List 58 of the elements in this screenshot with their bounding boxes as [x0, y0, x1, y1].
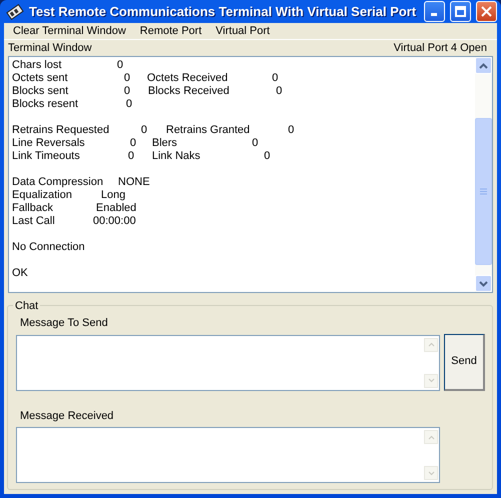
menu-item[interactable]: Clear Terminal Window	[6, 22, 133, 40]
terminal-label: Data Compression	[12, 176, 104, 189]
terminal-value: 0	[276, 85, 282, 98]
terminal-label: Octets sent	[12, 72, 68, 85]
terminal-label: Chars lost	[12, 59, 62, 72]
terminal-label: Retrains Requested	[12, 124, 110, 137]
message-field[interactable]	[16, 427, 440, 483]
maximize-button[interactable]	[450, 1, 471, 22]
terminal-label: No Connection	[12, 241, 85, 254]
minimize-button[interactable]	[424, 1, 445, 22]
scroll-up-icon	[428, 434, 434, 440]
grip-icon[interactable]	[480, 188, 487, 195]
scrollbar[interactable]	[475, 57, 492, 292]
terminal-label: Blocks sent	[12, 85, 68, 98]
terminal-label: Fallback	[12, 202, 53, 215]
menu-item[interactable]: Virtual Port	[208, 22, 277, 40]
terminal-value: 0	[252, 137, 258, 150]
terminal-value: 0	[124, 85, 130, 98]
close-button[interactable]	[476, 1, 497, 22]
terminal-value: 0	[124, 72, 130, 85]
terminal-value: NONE	[118, 176, 150, 189]
scroll-down-icon	[428, 378, 434, 383]
terminal-label: Blocks Received	[148, 85, 230, 98]
field-label: Message Received	[19, 408, 114, 424]
maximize-icon[interactable]	[455, 6, 466, 17]
field-label: Message To Send	[19, 316, 108, 331]
terminal-label: OK	[12, 267, 28, 280]
terminal-value: 0	[128, 150, 134, 163]
scroll-down-icon	[428, 470, 434, 476]
terminal-label: Retrains Granted	[166, 124, 250, 137]
send-button[interactable]: Send	[444, 334, 485, 390]
terminal-value: 0	[130, 137, 136, 150]
scroll-up-icon	[428, 342, 434, 347]
message-field[interactable]	[16, 334, 440, 390]
menu-item[interactable]: Remote Port	[132, 22, 209, 40]
terminal-value: 0	[288, 124, 294, 137]
terminal-value: Enabled	[96, 202, 136, 215]
window-title: Test Remote Communications Terminal With Virtual Serial Port	[29, 2, 418, 21]
terminal-value: 00:00:00	[93, 215, 136, 228]
terminal-label: Equalization	[12, 189, 72, 202]
terminal-label: Terminal Window	[8, 40, 92, 56]
terminal-value: 0	[264, 150, 270, 163]
terminal-label: Link Timeouts	[12, 150, 80, 163]
port-status: Virtual Port 4 Open	[394, 40, 487, 56]
terminal-label: Blers	[152, 137, 178, 150]
close-icon[interactable]	[481, 6, 492, 17]
terminal-value: 0	[126, 98, 132, 111]
scroll-down-icon[interactable]	[479, 280, 488, 286]
terminal-value: Long	[101, 189, 126, 202]
terminal-label: Blocks resent	[12, 98, 78, 111]
terminal-value: 0	[117, 59, 124, 72]
scroll-up-icon[interactable]	[479, 62, 488, 68]
terminal-label: Link Naks	[152, 150, 200, 163]
terminal-label: Last Call	[12, 215, 55, 228]
terminal-label: Line Reversals	[12, 137, 85, 150]
terminal-value: 0	[272, 72, 278, 85]
terminal-value: 0	[141, 124, 148, 137]
terminal-label: Octets Received	[147, 72, 228, 85]
